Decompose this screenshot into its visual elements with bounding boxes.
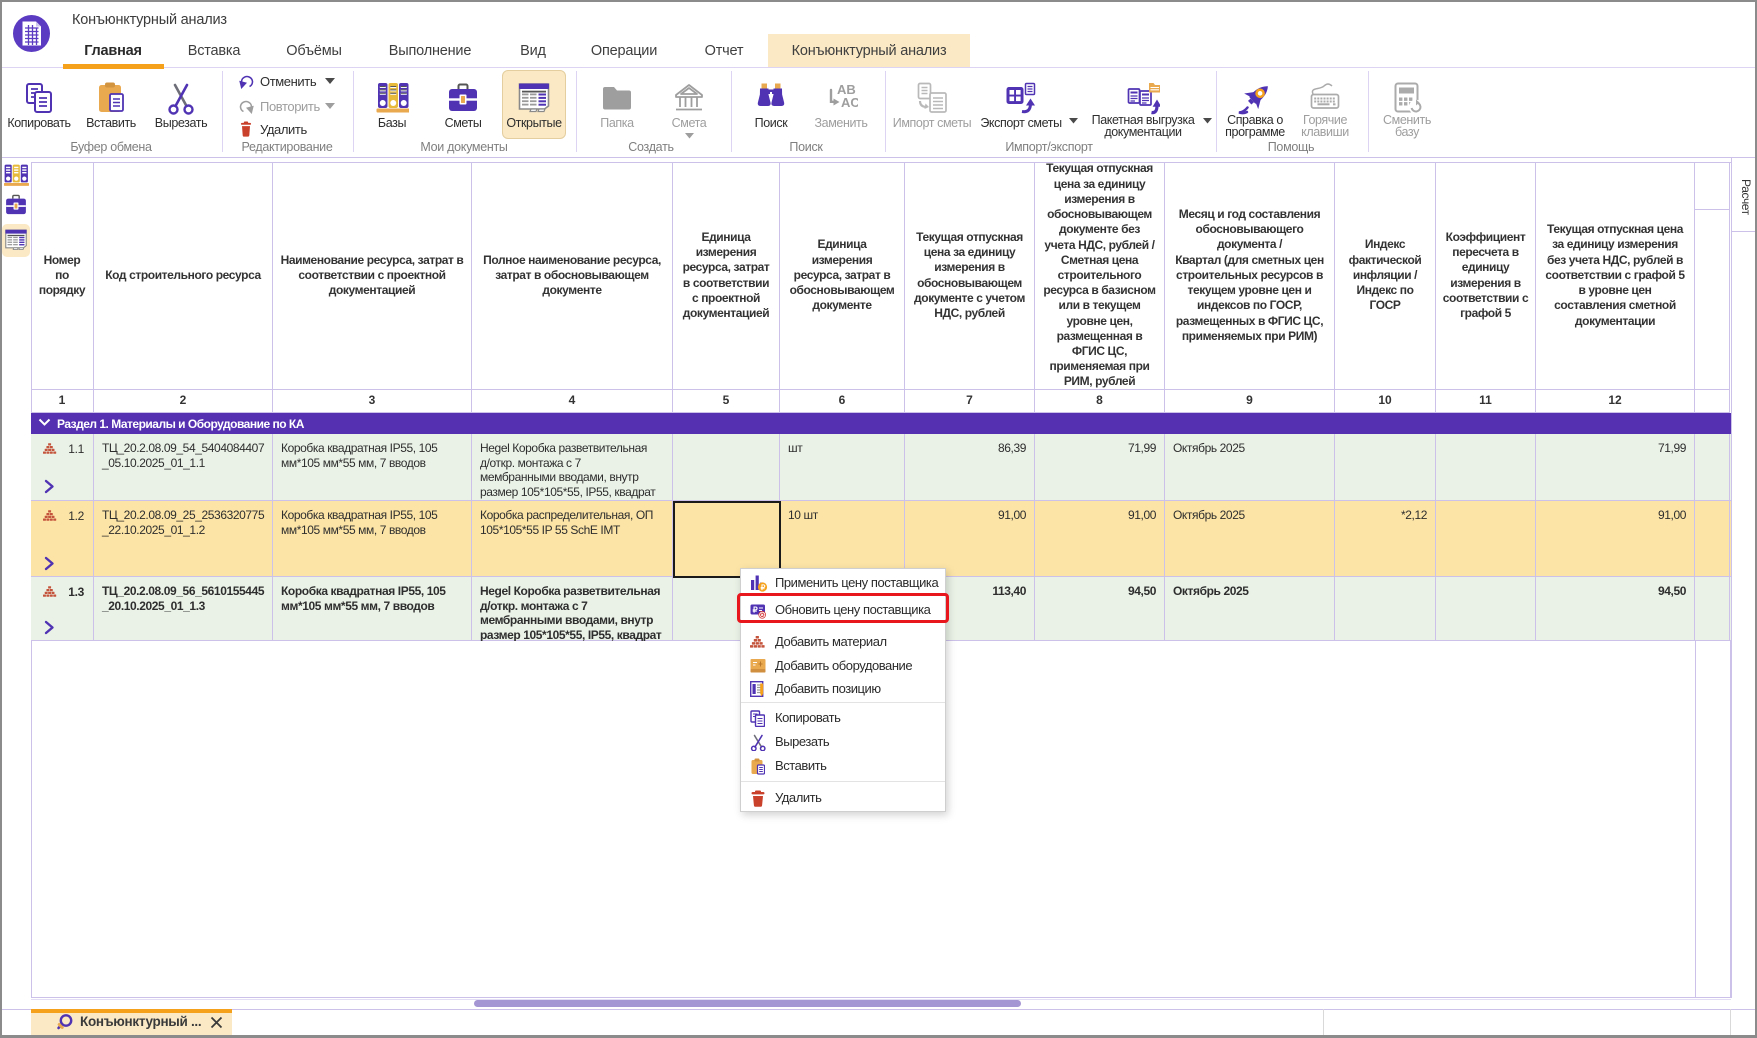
svg-text:₽: ₽ (761, 583, 766, 592)
svg-text:AC: AC (841, 95, 858, 110)
